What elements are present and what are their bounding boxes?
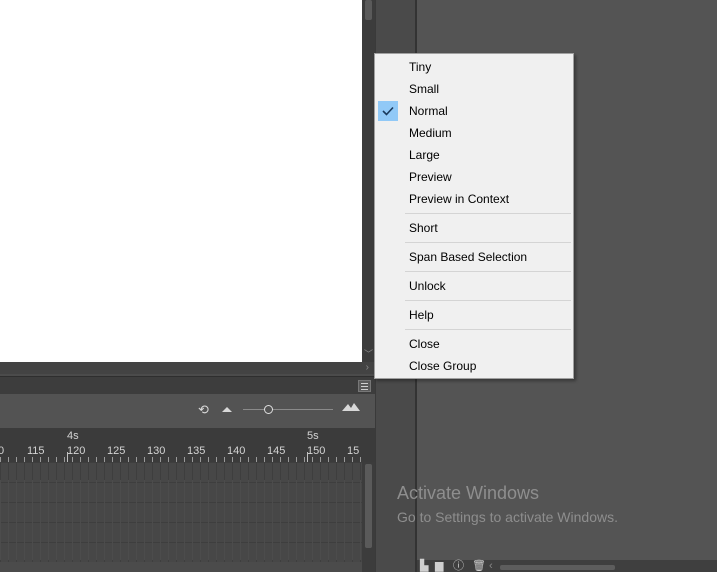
timeline-header	[0, 376, 375, 395]
menu-item-small[interactable]: Small	[377, 78, 571, 100]
timeline-vertical-scrollbar[interactable]	[362, 462, 375, 572]
frame-number: 135	[187, 445, 206, 457]
menu-separator	[405, 300, 571, 301]
menu-item-label: Close Group	[409, 359, 477, 373]
menu-item-label: Span Based Selection	[409, 250, 528, 264]
stage-horizontal-scrollbar[interactable]: ›	[0, 362, 375, 374]
menu-item-span-based-selection[interactable]: Span Based Selection	[377, 246, 571, 268]
menu-item-short[interactable]: Short	[377, 217, 571, 239]
menu-item-large[interactable]: Large	[377, 144, 571, 166]
menu-item-preview[interactable]: Preview	[377, 166, 571, 188]
trash-icon[interactable]: 🗑	[472, 560, 486, 572]
mountain-large-icon[interactable]	[342, 402, 360, 415]
menu-item-help[interactable]: Help	[377, 304, 571, 326]
menu-item-label: Large	[409, 148, 440, 162]
scroll-left-arrow-icon[interactable]: ‹	[489, 560, 493, 572]
timeline-ruler[interactable]: 4s 5s 0 115 120 125 130 135 140 145 150 …	[0, 428, 375, 462]
menu-item-label: Small	[409, 82, 440, 96]
loop-icon[interactable]: ⟲	[198, 403, 209, 416]
menu-item-label: Unlock	[409, 279, 446, 293]
seconds-marker: 5s	[307, 430, 319, 442]
menu-item-label: Normal	[409, 104, 448, 118]
menu-item-unlock[interactable]: Unlock	[377, 275, 571, 297]
zoom-slider-track[interactable]	[243, 409, 333, 410]
timeline-frames-grid[interactable]	[0, 462, 362, 562]
menu-item-label: Tiny	[409, 60, 432, 74]
menu-item-label: Preview in Context	[409, 192, 510, 206]
frame-number: 150	[307, 445, 326, 457]
scroll-down-arrow-icon[interactable]: ﹀	[364, 350, 373, 359]
library-bottom-bar: ▙ ▆ ⓘ 🗑 ‹	[417, 560, 717, 572]
folder-icon[interactable]: ▆	[435, 560, 443, 572]
menu-item-normal[interactable]: Normal	[377, 100, 571, 122]
frame-number: 125	[107, 445, 126, 457]
scrollbar-thumb[interactable]	[500, 565, 615, 570]
menu-item-label: Medium	[409, 126, 452, 140]
menu-item-tiny[interactable]: Tiny	[377, 56, 571, 78]
frame-cells[interactable]	[0, 480, 362, 560]
menu-item-label: Close	[409, 337, 440, 351]
frame-number: 115	[27, 445, 45, 457]
mountain-small-icon[interactable]	[222, 404, 232, 416]
scroll-right-arrow-icon[interactable]: ›	[366, 362, 369, 374]
frame-number: 15	[347, 445, 360, 457]
zoom-slider-handle[interactable]	[264, 405, 273, 414]
new-symbol-icon[interactable]: ▙	[420, 560, 428, 572]
menu-item-label: Help	[409, 308, 434, 322]
menu-separator	[405, 271, 571, 272]
menu-separator	[405, 242, 571, 243]
menu-separator	[405, 213, 571, 214]
hamburger-menu-icon[interactable]	[358, 380, 371, 392]
menu-item-close[interactable]: Close	[377, 333, 571, 355]
ruler-major-tick	[307, 452, 308, 462]
frame-number: 0	[0, 445, 5, 457]
context-menu: Tiny Small Normal Medium Large Preview P…	[374, 53, 574, 379]
activation-watermark-title: Activate Windows	[397, 483, 540, 503]
info-icon[interactable]: ⓘ	[453, 560, 464, 572]
menu-item-close-group[interactable]: Close Group	[377, 355, 571, 377]
scrollbar-thumb[interactable]	[365, 0, 372, 20]
menu-item-label: Preview	[409, 170, 452, 184]
scrollbar-thumb[interactable]	[365, 464, 372, 548]
timeline-toolbar: ⟲	[0, 394, 375, 428]
activation-watermark-subtitle: Go to Settings to activate Windows.	[397, 509, 618, 525]
stage-canvas[interactable]	[0, 0, 362, 362]
menu-item-label: Short	[409, 221, 438, 235]
menu-item-medium[interactable]: Medium	[377, 122, 571, 144]
frame-number: 120	[67, 445, 86, 457]
menu-item-preview-in-context[interactable]: Preview in Context	[377, 188, 571, 210]
ruler-major-tick	[67, 452, 68, 462]
frame-number: 145	[267, 445, 286, 457]
frame-number: 140	[227, 445, 246, 457]
menu-separator	[405, 329, 571, 330]
frame-number: 130	[147, 445, 166, 457]
seconds-marker: 4s	[67, 430, 79, 442]
checkmark-icon	[378, 101, 398, 121]
